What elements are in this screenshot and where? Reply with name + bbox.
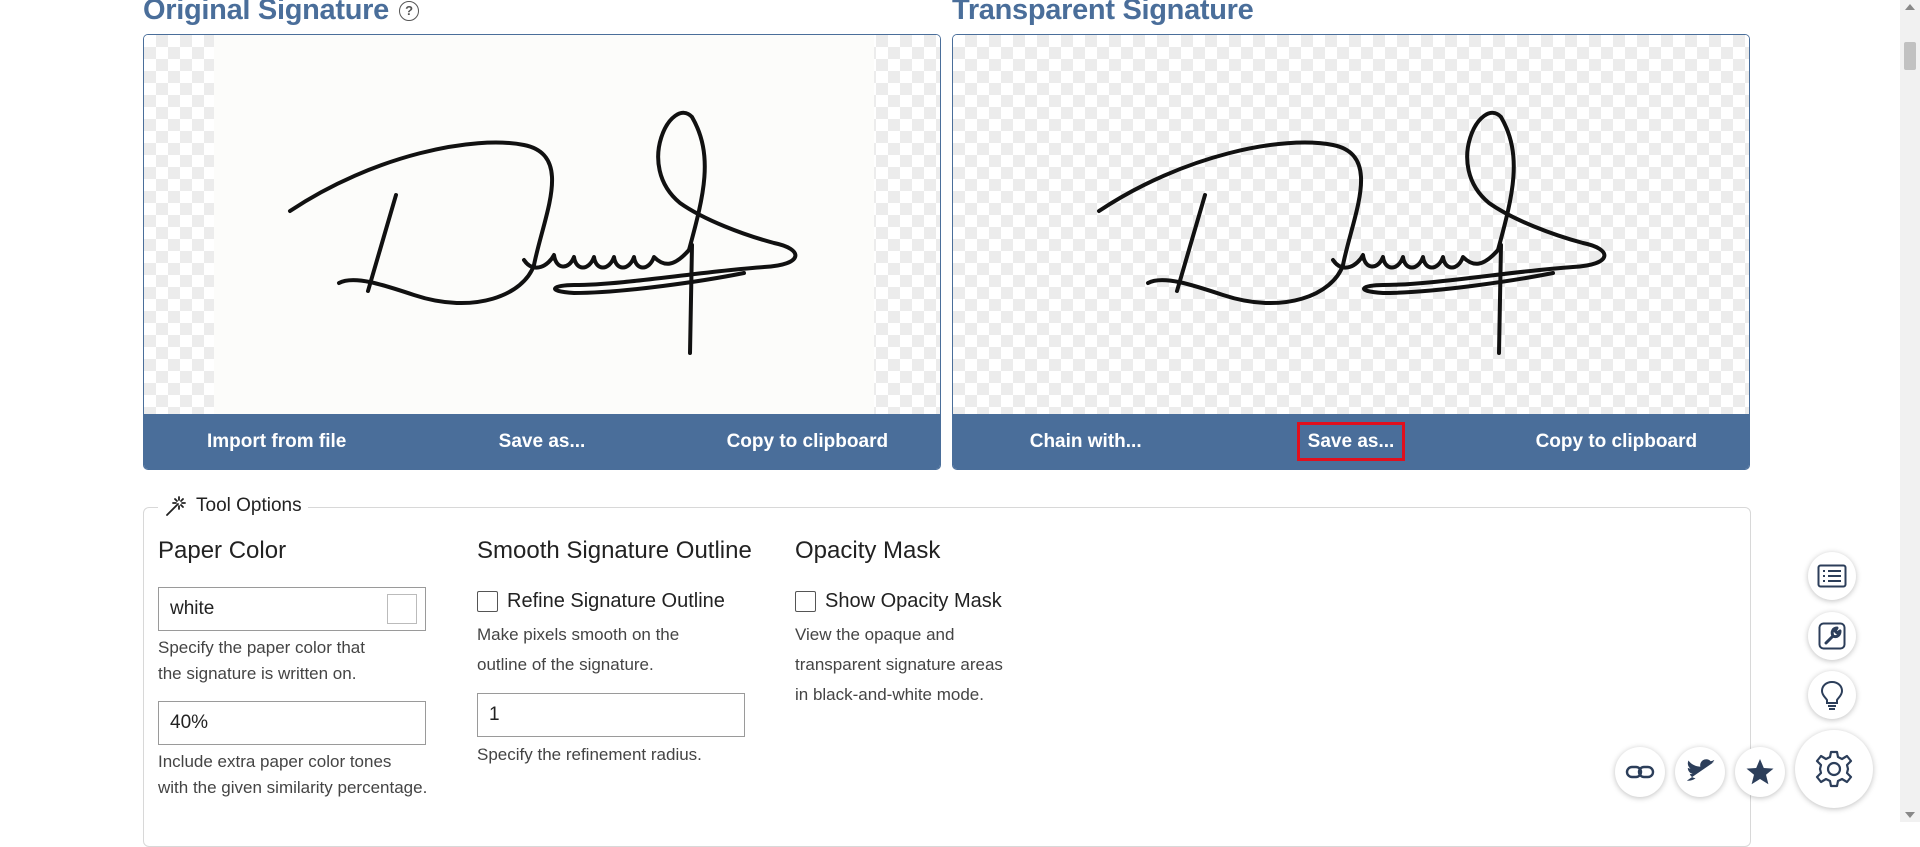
settings-button[interactable]: [1795, 730, 1873, 808]
page-scrollbar[interactable]: [1900, 0, 1920, 822]
smooth-outline-section: Smooth Signature Outline: [477, 537, 752, 565]
show-opacity-mask-checkbox[interactable]: [795, 591, 816, 612]
star-icon: [1746, 759, 1774, 785]
scroll-thumb[interactable]: [1904, 42, 1916, 70]
twitter-share-button[interactable]: [1675, 747, 1725, 797]
original-copy-to-clipboard-button[interactable]: Copy to clipboard: [675, 431, 940, 453]
paper-color-hint: Specify the paper color that the signatu…: [158, 638, 365, 683]
paper-color-section: Paper Color: [158, 537, 286, 565]
similarity-hint: Include extra paper color tones with the…: [158, 752, 428, 797]
signature-image: [288, 110, 798, 355]
chain-with-button[interactable]: Chain with...: [953, 431, 1218, 453]
transparent-canvas: [953, 35, 1749, 416]
smooth-outline-heading: Smooth Signature Outline: [477, 537, 752, 564]
refine-outline-option[interactable]: Refine Signature Outline: [477, 590, 725, 613]
copy-link-button[interactable]: [1615, 747, 1665, 797]
opacity-mask-heading: Opacity Mask: [795, 537, 941, 564]
import-from-file-button[interactable]: Import from file: [144, 431, 409, 453]
bookmark-star-button[interactable]: [1735, 747, 1785, 797]
transparent-copy-to-clipboard-button[interactable]: Copy to clipboard: [1484, 431, 1749, 453]
ideas-button[interactable]: [1808, 671, 1856, 719]
opacity-mask-hint: View the opaque and transparent signatur…: [795, 625, 1003, 704]
wrench-icon: [1818, 622, 1846, 650]
original-signature-panel: Import from file Save as... Copy to clip…: [143, 34, 941, 470]
original-save-as-button[interactable]: Save as...: [409, 431, 674, 453]
twitter-icon: [1686, 759, 1715, 781]
transparent-save-as-button[interactable]: Save as...: [1218, 421, 1483, 461]
scroll-up-arrow-icon[interactable]: [1905, 4, 1915, 10]
scroll-down-arrow-icon[interactable]: [1905, 812, 1915, 818]
color-swatch[interactable]: [387, 594, 417, 624]
refinement-radius-input[interactable]: 1: [477, 693, 745, 737]
transparent-signature-panel: Chain with... Save as... Copy to clipboa…: [952, 34, 1750, 470]
gear-icon: [1815, 750, 1853, 788]
refine-outline-hint: Make pixels smooth on the outline of the…: [477, 625, 680, 674]
original-action-bar: Import from file Save as... Copy to clip…: [144, 414, 940, 469]
paper-color-heading: Paper Color: [158, 537, 287, 564]
paper-color-input[interactable]: white: [158, 587, 426, 631]
list-button[interactable]: [1808, 552, 1856, 600]
original-canvas: [144, 35, 940, 416]
opacity-mask-section: Opacity Mask: [795, 537, 940, 565]
tools-button[interactable]: [1808, 612, 1856, 660]
link-icon: [1625, 765, 1655, 779]
tool-options-legend: Tool Options: [158, 494, 308, 518]
show-opacity-mask-option[interactable]: Show Opacity Mask: [795, 590, 1002, 613]
transparent-signature-image: [1097, 110, 1607, 355]
transparent-signature-title: Transparent Signature: [952, 0, 1254, 26]
similarity-input[interactable]: 40%: [158, 701, 426, 745]
help-icon[interactable]: ?: [398, 0, 419, 21]
transparent-action-bar: Chain with... Save as... Copy to clipboa…: [953, 414, 1749, 469]
refine-outline-checkbox[interactable]: [477, 591, 498, 612]
refinement-radius-hint: Specify the refinement radius.: [477, 745, 702, 764]
magic-wand-icon: [166, 496, 186, 516]
original-signature-title: Original Signature?: [143, 0, 419, 27]
list-icon: [1817, 564, 1847, 588]
lightbulb-icon: [1820, 680, 1844, 710]
